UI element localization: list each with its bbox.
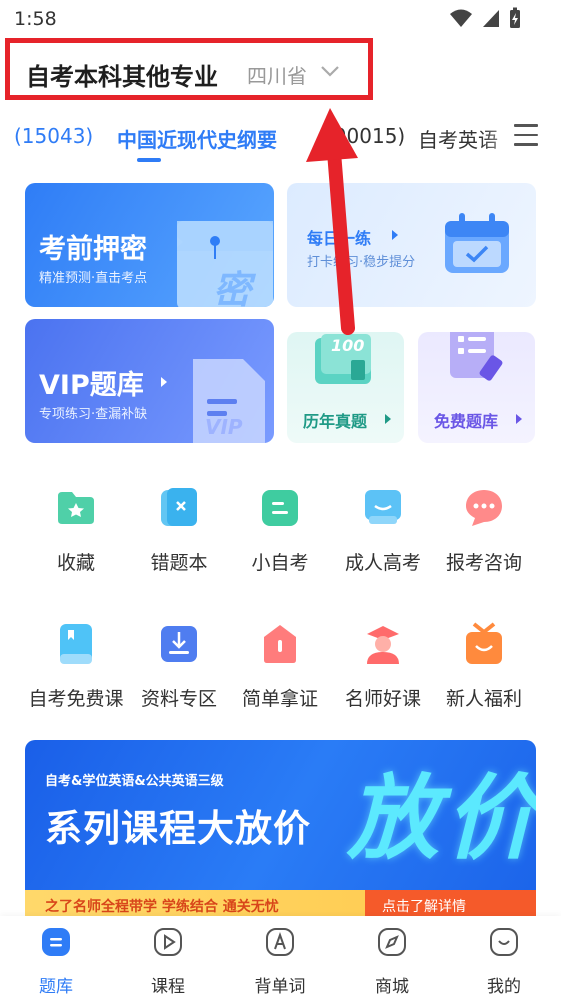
shortcut-materials[interactable]: 资料专区 [127, 622, 231, 711]
menu-icon[interactable] [514, 124, 538, 146]
shortcut-label: 资料专区 [140, 688, 217, 710]
card-past-title: 历年真题 [303, 412, 368, 431]
banner-title: 系列课程大放价 [45, 807, 311, 850]
card-past-papers[interactable]: 100 历年真题 [287, 332, 404, 443]
shortcut-label: 收藏 [56, 552, 95, 574]
status-time: 1:58 [14, 8, 57, 30]
subject-tabs: (15043) 中国近现代史纲要 (00015) 自考英语 [0, 120, 561, 164]
chevron-right-icon [392, 230, 398, 240]
chat-bubble-icon [462, 486, 506, 530]
calendar-check-icon [445, 213, 509, 273]
card-vip-title: VIP题库 [39, 370, 144, 401]
shortcut-small-exam[interactable]: 小自考 [228, 486, 332, 575]
shortcut-label: 简单拿证 [241, 688, 318, 710]
teacher-icon [361, 622, 405, 666]
shortcut-teacher-course[interactable]: 名师好课 [331, 622, 435, 711]
card-vip-bank[interactable]: VIP题库 专项练习·查漏补缺 VIP [25, 319, 274, 443]
nav-label: 背单词 [254, 977, 306, 997]
shortcut-favorites[interactable]: 收藏 [24, 486, 128, 575]
play-course-icon [152, 926, 184, 958]
status-bar: 1:58 [0, 0, 561, 38]
wrong-book-icon [157, 486, 201, 530]
nav-label: 商城 [375, 977, 409, 997]
chevron-right-icon [161, 377, 167, 387]
adult-exam-icon [361, 486, 405, 530]
card-vip-subtitle: 专项练习·查漏补缺 [39, 407, 148, 422]
card-free-bank[interactable]: 免费题库 [418, 332, 535, 443]
small-exam-icon [258, 486, 302, 530]
shortcut-label: 自考免费课 [28, 688, 124, 710]
banner-big-text: 放价 [347, 765, 536, 872]
nav-vocabulary[interactable]: 背单词 [240, 926, 320, 997]
nav-store[interactable]: 商城 [352, 926, 432, 997]
shortcut-label: 错题本 [150, 552, 208, 574]
shortcut-easy-cert[interactable]: 简单拿证 [228, 622, 332, 711]
banner-button-label: 点击了解详情 [382, 899, 466, 915]
banner-strip-text: 之了名师全程带学 学练结合 通关无忧 [45, 899, 279, 915]
clipboard-pen-icon [450, 332, 503, 381]
tab-subject-history[interactable]: 中国近现代史纲要 [117, 124, 277, 153]
card-exam-title: 考前押密 [39, 234, 147, 265]
chevron-right-icon [516, 414, 522, 424]
nav-label: 我的 [487, 977, 521, 997]
download-tray-icon [157, 622, 201, 666]
folder-star-icon [54, 486, 98, 530]
shortcut-label: 成人高考 [344, 552, 421, 574]
nav-label: 课程 [151, 977, 185, 997]
promo-banner[interactable]: 自考&学位英语&公共英语三级 系列课程大放价 放价 之了名师全程带学 学练结合 … [25, 740, 536, 920]
free-course-icon [54, 622, 98, 666]
shortcut-consult[interactable]: 报考咨询 [432, 486, 536, 575]
nav-question-bank[interactable]: 题库 [16, 926, 96, 997]
nav-courses[interactable]: 课程 [128, 926, 208, 997]
bottom-nav: 题库 课程 背单词 商城 我的 [0, 916, 561, 999]
annotation-arrow [306, 108, 358, 335]
nav-label: 题库 [39, 977, 73, 997]
wifi-icon [450, 9, 472, 27]
card-exam-secrets[interactable]: 考前押密 精准预测·直击考点 密 [25, 183, 274, 307]
tab-code-active[interactable]: (15043) [14, 124, 93, 148]
profile-smile-icon [488, 926, 520, 958]
shortcut-wrong-book[interactable]: 错题本 [127, 486, 231, 575]
shortcut-newbie-gift[interactable]: 新人福利 [432, 622, 536, 711]
nav-profile[interactable]: 我的 [464, 926, 544, 997]
chevron-right-icon [385, 414, 391, 424]
status-icons [449, 7, 521, 29]
question-bank-icon [40, 926, 72, 958]
shortcut-label: 小自考 [251, 552, 309, 574]
compass-store-icon [376, 926, 408, 958]
annotation-highlight-box [5, 38, 373, 100]
shortcut-free-course[interactable]: 自考免费课 [24, 622, 128, 711]
signal-icon [483, 10, 499, 27]
card-vip-art: VIP [205, 415, 243, 439]
battery-icon [510, 7, 520, 28]
shortcut-label: 名师好课 [344, 688, 421, 710]
shortcut-label: 报考咨询 [445, 552, 522, 574]
shortcut-label: 新人福利 [445, 688, 522, 710]
letter-a-icon [264, 926, 296, 958]
card-free-title: 免费题库 [434, 412, 499, 431]
card-exam-subtitle: 精准预测·直击考点 [39, 271, 148, 286]
gift-box-icon [462, 622, 506, 666]
card-exam-art: 密 [213, 268, 252, 307]
tab-underline [137, 158, 161, 162]
shortcut-adult-exam[interactable]: 成人高考 [331, 486, 435, 575]
banner-subtitle: 自考&学位英语&公共英语三级 [45, 774, 224, 789]
house-tag-icon [258, 622, 302, 666]
